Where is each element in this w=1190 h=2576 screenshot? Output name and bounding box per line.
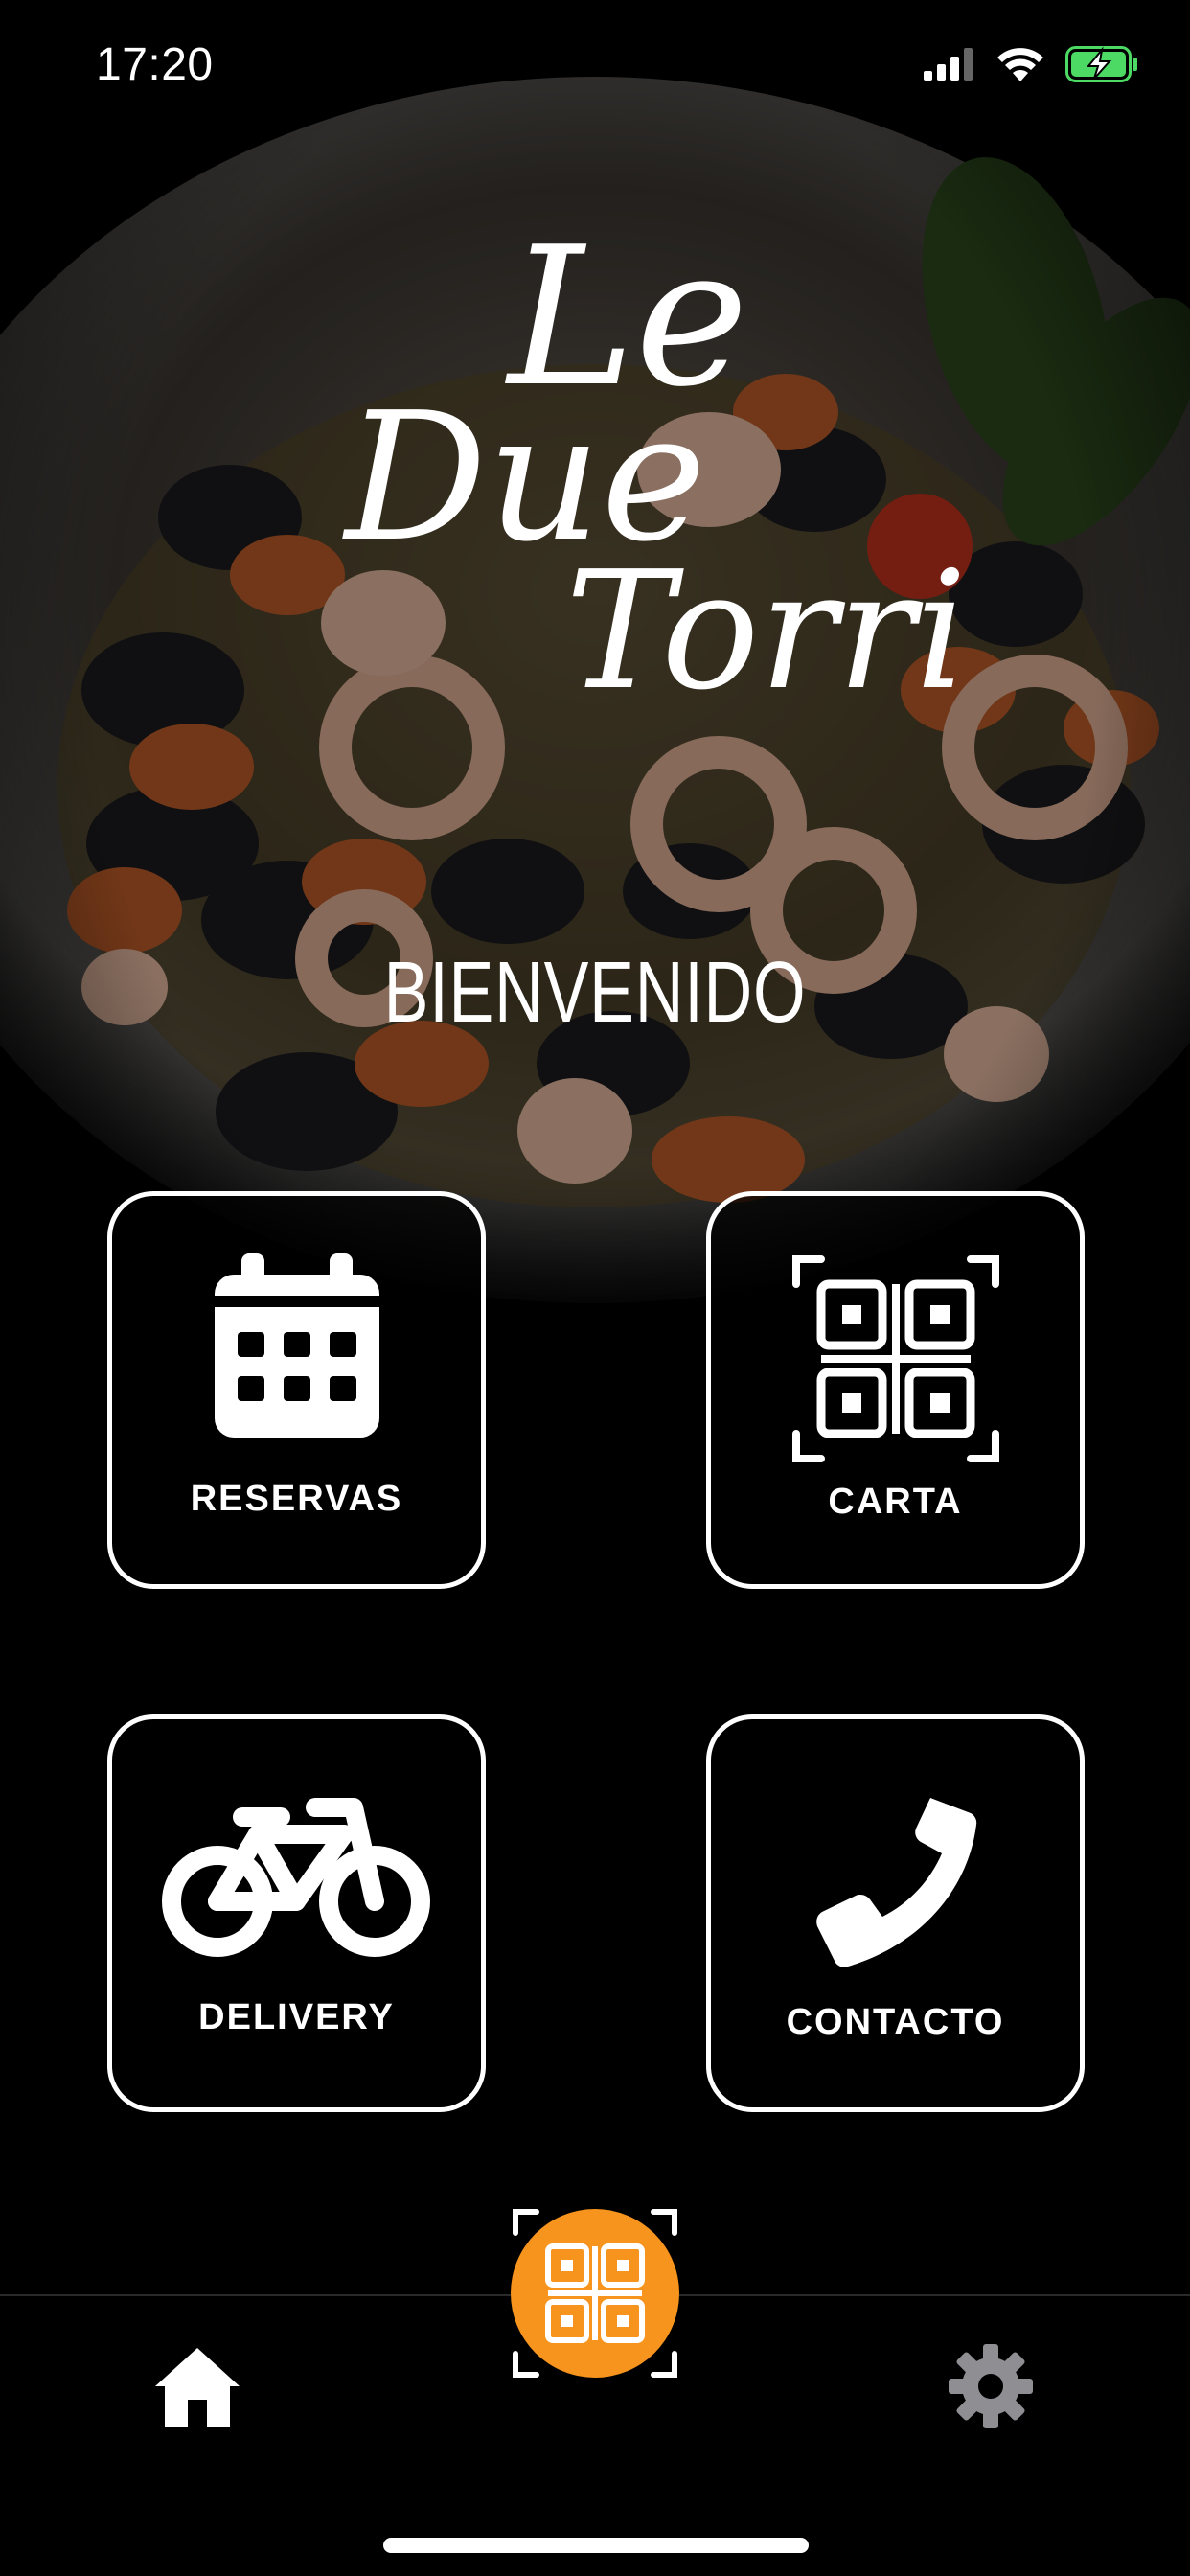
battery-charging-icon [1065,46,1137,82]
status-bar: 17:20 [0,0,1190,134]
calendar-icon [112,1254,481,1438]
bicycle-icon [112,1796,481,1961]
qr-code-icon [711,1255,1080,1462]
contacto-button[interactable]: CONTACTO [706,1714,1085,2112]
qr-code-icon [511,2209,679,2378]
gear-icon [949,2344,1033,2428]
welcome-heading: BIENVENIDO [383,945,807,1041]
carta-label: CARTA [828,1482,963,1522]
carta-button[interactable]: CARTA [706,1191,1085,1589]
signal-icon [924,48,973,80]
status-time: 17:20 [96,39,214,90]
delivery-button[interactable]: DELIVERY [107,1714,486,2112]
tab-settings[interactable] [947,2342,1035,2430]
logo-line-torri: Torri [565,537,968,726]
tab-home[interactable] [151,2344,243,2430]
reservas-button[interactable]: RESERVAS [107,1191,486,1589]
home-icon [155,2348,240,2426]
phone-icon [711,1796,1080,1968]
status-icons [924,46,1140,82]
wifi-icon [997,48,1043,81]
reservas-label: RESERVAS [190,1479,403,1519]
contacto-label: CONTACTO [786,2002,1005,2042]
qr-scan-button[interactable] [506,2204,684,2382]
home-indicator [383,2538,809,2553]
delivery-label: DELIVERY [198,1997,395,2037]
